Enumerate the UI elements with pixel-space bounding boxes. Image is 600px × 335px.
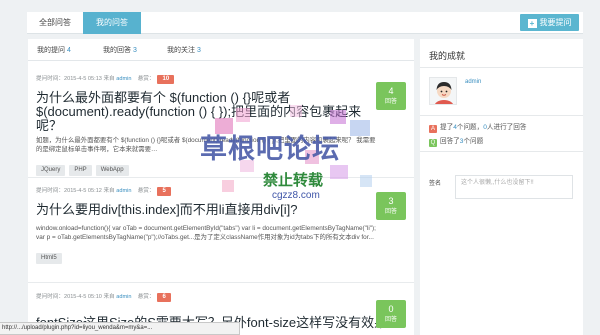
subtab-label: 我的关注 (167, 47, 195, 54)
username-link[interactable]: admin (465, 79, 481, 85)
stat-text: 人进行了回答 (486, 124, 527, 131)
answer-count-badge[interactable]: 3 回答 (376, 192, 406, 220)
divider (420, 67, 583, 68)
answer-count: 4 (388, 86, 394, 96)
question-item: 提问时间：2015-4-5 05:12 来自 admin 悬赏： 5 为什么要用d… (36, 187, 406, 264)
question-title[interactable]: 为什么要用div[this.index]而不用li直接用div[i]? (36, 203, 366, 217)
divider (28, 177, 414, 178)
question-stat-icon: A (429, 125, 437, 133)
tag-list: Html5 (36, 246, 406, 264)
tag[interactable]: PHP (69, 165, 92, 176)
ask-question-button[interactable]: + 我要提问 (520, 14, 579, 31)
stat-text: 个问题 (463, 138, 484, 145)
question-meta: 提问时间：2015-4-5 05:13 来自 admin 悬赏： 10 (36, 75, 406, 84)
tag[interactable]: WebApp (95, 165, 129, 176)
stat-text: 提了 (440, 124, 454, 131)
tab-my-questions[interactable]: 我的问答 (83, 12, 141, 34)
answer-count-badge[interactable]: 0 回答 (376, 300, 406, 328)
answer-count-badge[interactable]: 4 回答 (376, 82, 406, 110)
signature-label: 签名 (429, 181, 442, 187)
plus-icon: + (527, 19, 537, 28)
subtab-count: 4 (66, 47, 71, 54)
bounty-badge: 5 (157, 187, 171, 196)
questions-answered-stat: Q 回答了3个问题 (429, 135, 483, 147)
question-meta: 提问时间：2015-4-5 05:10 来自 admin 悬赏： 6 (36, 293, 406, 302)
sub-tabs: 我的提问 4 我的回答 3 我的关注 3 (28, 39, 414, 61)
answer-count: 0 (388, 304, 394, 314)
question-excerpt: 如题，为什么最外面都要有个 $(function () {}呢或者 $(docu… (36, 137, 376, 153)
author-link[interactable]: admin (116, 188, 131, 194)
subtab-my-follows[interactable]: 我的关注 3 (167, 45, 201, 55)
bounty-badge: 6 (157, 293, 171, 302)
browser-status-bar: http://.../upload/plugin.php?id=liyou_we… (0, 322, 240, 335)
top-nav: 全部问答 我的问答 + 我要提问 (27, 12, 583, 34)
bounty-label: 悬赏： (137, 76, 155, 82)
question-time: 提问时间：2015-4-5 05:12 来自 (36, 188, 115, 194)
tag-list: JQuery PHP WebApp (36, 158, 406, 176)
divider (28, 282, 414, 283)
answer-stat-icon: Q (429, 139, 437, 147)
subtab-count: 3 (196, 47, 201, 54)
bounty-label: 悬赏： (137, 294, 155, 300)
stat-text: 回答了 (440, 138, 460, 145)
question-time: 提问时间：2015-4-5 05:10 来自 (36, 294, 115, 300)
questions-asked-stat: A 提了4个问题，0人进行了回答 (429, 121, 526, 133)
author-link[interactable]: admin (116, 294, 131, 300)
answer-count-label: 回答 (384, 317, 397, 323)
answer-count-label: 回答 (384, 209, 397, 215)
tag[interactable]: JQuery (36, 165, 66, 176)
achievements-sidebar: 我的成就 admin A 提了4个问题，0人进行了回答 Q 回答了3个问题 签名 这… (420, 39, 583, 335)
question-excerpt: window.onload=function(){ var oTab = doc… (36, 225, 376, 241)
stat-text: 个问题， (456, 124, 484, 131)
subtab-my-questions[interactable]: 我的提问 4 (37, 45, 71, 55)
avatar[interactable] (429, 77, 457, 105)
sidebar-title: 我的成就 (429, 51, 466, 61)
tag[interactable]: Html5 (36, 253, 62, 264)
divider (420, 151, 583, 152)
question-meta: 提问时间：2015-4-5 05:12 来自 admin 悬赏： 5 (36, 187, 406, 196)
divider (420, 115, 583, 116)
answer-count: 3 (388, 196, 394, 206)
subtab-count: 3 (132, 47, 137, 54)
question-item: 提问时间：2015-4-5 05:13 来自 admin 悬赏： 10 为什么最外… (36, 75, 406, 176)
signature-field[interactable]: 这个人很懒,,什么也没留下!! (455, 175, 573, 199)
subtab-label: 我的提问 (37, 47, 65, 54)
avatar-icon (430, 78, 456, 104)
bounty-label: 悬赏： (137, 188, 155, 194)
bounty-badge: 10 (157, 75, 175, 84)
question-time: 提问时间：2015-4-5 05:13 来自 (36, 76, 115, 82)
answer-count-label: 回答 (384, 99, 397, 105)
tab-all-questions[interactable]: 全部问答 (27, 12, 83, 34)
question-title[interactable]: 为什么最外面都要有个 $(function () {}呢或者 $(documen… (36, 91, 366, 133)
question-list-panel: 我的提问 4 我的回答 3 我的关注 3 提问时间：2015-4-5 05:13… (28, 39, 414, 335)
ask-question-label: 我要提问 (539, 18, 572, 27)
subtab-my-answers[interactable]: 我的回答 3 (103, 45, 137, 55)
author-link[interactable]: admin (116, 76, 131, 82)
subtab-label: 我的回答 (103, 47, 131, 54)
